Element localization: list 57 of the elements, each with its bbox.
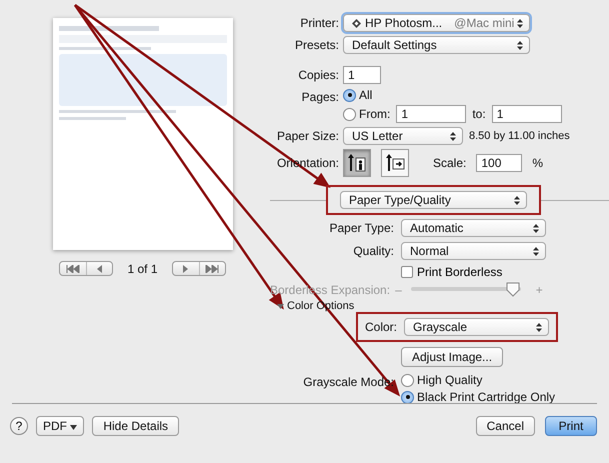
radio-option[interactable]: High Quality [401, 373, 609, 387]
printer-select[interactable]: HP Photosm... @Mac mini [343, 14, 530, 32]
caret-icon [70, 425, 78, 430]
paper-size-label: Paper Size: [276, 129, 339, 143]
to-label: to: [472, 107, 486, 121]
presets-label: Presets: [294, 38, 339, 52]
from-page-field[interactable]: 1 [396, 105, 466, 123]
up-down-arrows-icon [517, 18, 523, 28]
radio-option[interactable]: Black Print Cartridge Only [401, 390, 609, 404]
radio-option[interactable]: From: [343, 107, 390, 121]
radio-option[interactable]: All [343, 88, 609, 102]
print-borderless-checkbox[interactable]: Print Borderless [401, 265, 609, 279]
printer-label: Printer: [299, 16, 339, 30]
portrait-orientation-icon [347, 153, 367, 173]
to-page-field[interactable]: 1 [492, 105, 562, 123]
previous-page-icon [96, 264, 104, 272]
cancel-button[interactable]: Cancel [476, 416, 535, 436]
disclosure-triangle-icon [277, 302, 284, 310]
scale-field[interactable]: 100 [476, 154, 522, 172]
orientation-button[interactable] [381, 149, 409, 177]
scale-label: Scale: [433, 156, 466, 170]
paper-size-note: 8.50 by 11.00 inches [469, 130, 570, 142]
paper-size-select[interactable]: US Letter [343, 127, 463, 145]
up-down-arrows-icon [450, 132, 456, 140]
page-navigation-control[interactable] [59, 261, 114, 276]
adjust-image-button[interactable]: Adjust Image... [401, 347, 504, 367]
plus-label: + [536, 282, 543, 296]
up-down-arrows-icon [533, 246, 539, 256]
minus-label: – [395, 282, 402, 296]
quality-select[interactable]: Normal [401, 242, 546, 260]
presets-select[interactable]: Default Settings [343, 36, 530, 54]
color-select[interactable]: Grayscale [404, 318, 550, 336]
help-button[interactable]: ? [10, 417, 28, 435]
up-down-arrows-icon [533, 224, 539, 232]
hide-details-button[interactable]: Hide Details [92, 416, 180, 436]
quality-label: Quality: [352, 244, 394, 258]
first-page-icon [66, 264, 80, 272]
printer-diamond-icon [352, 18, 361, 28]
landscape-orientation-icon [385, 153, 405, 173]
paper-type-select[interactable]: Automatic [401, 219, 546, 237]
pdf-menu-button[interactable]: PDF [36, 416, 84, 436]
up-down-arrows-icon [514, 196, 520, 204]
percent-unit: % [532, 156, 544, 170]
print-button[interactable]: Print [545, 416, 597, 436]
pages-label: Pages: [300, 90, 339, 104]
panel-select[interactable]: Paper Type/Quality [340, 191, 527, 209]
color-label: Color: [365, 320, 398, 334]
orientation-button[interactable] [343, 149, 371, 177]
up-down-arrows-icon [517, 40, 523, 50]
copies-field[interactable]: 1 [343, 66, 381, 84]
paper-type-label: Paper Type: [328, 221, 394, 235]
page-navigation-control[interactable] [172, 261, 226, 276]
last-page-icon [205, 264, 220, 272]
page-indicator: 1 of 1 [127, 262, 158, 276]
copies-label: Copies: [297, 68, 339, 82]
up-down-arrows-icon [536, 322, 542, 332]
next-page-icon [182, 264, 190, 272]
